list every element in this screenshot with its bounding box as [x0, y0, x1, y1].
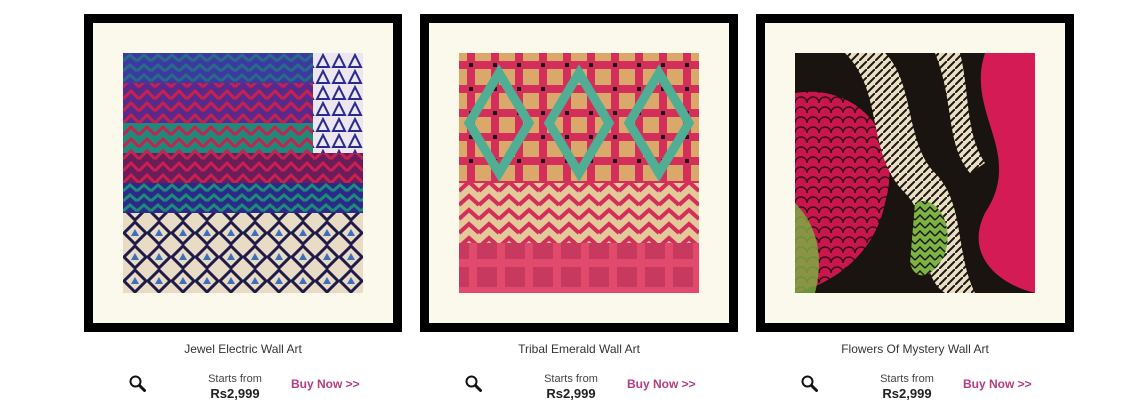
- buy-now-link[interactable]: Buy Now >>: [963, 377, 1032, 391]
- frame-mat: [765, 23, 1065, 323]
- price-prefix: Starts from: [880, 373, 934, 385]
- frame-mat: [93, 23, 393, 323]
- buy-now-link[interactable]: Buy Now >>: [291, 377, 360, 391]
- artwork-image[interactable]: [795, 53, 1035, 293]
- product-title[interactable]: Flowers Of Mystery Wall Art: [756, 342, 1074, 356]
- price-prefix: Starts from: [544, 373, 598, 385]
- magnifier-icon[interactable]: [464, 374, 484, 394]
- frame-mat: [429, 23, 729, 323]
- product-title[interactable]: Tribal Emerald Wall Art: [420, 342, 738, 356]
- product-frame[interactable]: [84, 14, 402, 332]
- magnifier-icon[interactable]: [800, 374, 820, 394]
- artwork-image[interactable]: [459, 53, 699, 293]
- product-card: Jewel Electric Wall Art Starts from Rs2,…: [84, 0, 402, 407]
- flowers-of-mystery-artwork: [795, 53, 1035, 293]
- price-value: Rs2,999: [210, 386, 260, 401]
- price-prefix: Starts from: [208, 373, 262, 385]
- magnifier-icon[interactable]: [128, 374, 148, 394]
- artwork-image[interactable]: [123, 53, 363, 293]
- price-value: Rs2,999: [546, 386, 596, 401]
- price-block: Starts from Rs2,999: [200, 373, 270, 401]
- product-title[interactable]: Jewel Electric Wall Art: [84, 342, 402, 356]
- buy-now-link[interactable]: Buy Now >>: [627, 377, 696, 391]
- product-card: Tribal Emerald Wall Art Starts from Rs2,…: [420, 0, 738, 407]
- jewel-electric-artwork: [123, 53, 363, 293]
- price-block: Starts from Rs2,999: [536, 373, 606, 401]
- price-value: Rs2,999: [882, 386, 932, 401]
- tribal-emerald-artwork: [459, 53, 699, 293]
- product-frame[interactable]: [756, 14, 1074, 332]
- product-card: Flowers Of Mystery Wall Art Starts from …: [756, 0, 1074, 407]
- price-block: Starts from Rs2,999: [872, 373, 942, 401]
- product-frame[interactable]: [420, 14, 738, 332]
